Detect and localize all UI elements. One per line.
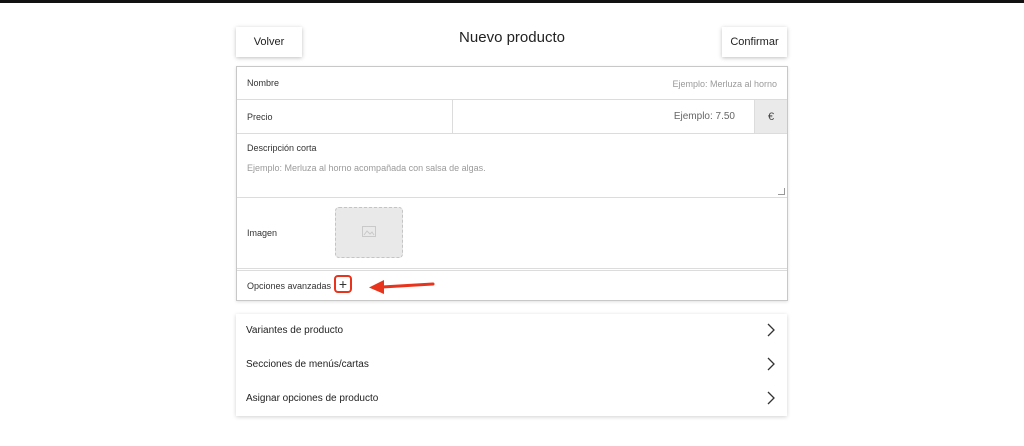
list-item-label: Asignar opciones de producto	[246, 393, 379, 404]
image-placeholder-icon	[362, 224, 376, 242]
image-row: Imagen	[237, 198, 787, 269]
product-form: Nombre Ejemplo: Merluza al horno Precio …	[236, 66, 788, 301]
chevron-right-icon	[767, 357, 775, 371]
list-item-label: Variantes de producto	[246, 325, 344, 336]
list-item-menu-sections[interactable]: Secciones de menús/cartas	[236, 348, 787, 382]
list-item-label: Secciones de menús/cartas	[246, 359, 369, 370]
back-button[interactable]: Volver	[236, 27, 302, 57]
price-input[interactable]: Ejemplo: 7.50	[674, 111, 735, 122]
image-label: Imagen	[247, 228, 278, 238]
description-row[interactable]: Descripción corta Ejemplo: Merluza al ho…	[237, 134, 787, 198]
annotation-arrow	[369, 280, 435, 294]
price-divider	[452, 100, 453, 133]
product-settings-list: Variantes de producto Secciones de menús…	[236, 314, 787, 416]
name-row[interactable]: Nombre Ejemplo: Merluza al horno	[237, 67, 787, 100]
chevron-right-icon	[767, 391, 775, 405]
currency-badge: €	[754, 100, 787, 133]
advanced-options-row: Opciones avanzadas +	[237, 270, 787, 300]
description-input[interactable]: Ejemplo: Merluza al horno acompañada con…	[247, 163, 486, 173]
list-item-product-options[interactable]: Asignar opciones de producto	[236, 382, 787, 416]
price-label: Precio	[247, 112, 273, 122]
advanced-options-add-button[interactable]: +	[334, 275, 352, 293]
name-label: Nombre	[247, 78, 280, 88]
top-bar	[0, 0, 1024, 3]
resize-handle[interactable]	[778, 188, 785, 195]
advanced-options-label: Opciones avanzadas	[247, 281, 332, 291]
description-label: Descripción corta	[247, 143, 317, 153]
list-item-variants[interactable]: Variantes de producto	[236, 314, 787, 348]
page-title: Nuevo producto	[459, 29, 565, 46]
price-row: Precio Ejemplo: 7.50 €	[237, 100, 787, 134]
confirm-button[interactable]: Confirmar	[722, 27, 787, 57]
name-input[interactable]: Ejemplo: Merluza al horno	[672, 79, 777, 89]
chevron-right-icon	[767, 323, 775, 337]
image-upload[interactable]	[335, 207, 403, 258]
